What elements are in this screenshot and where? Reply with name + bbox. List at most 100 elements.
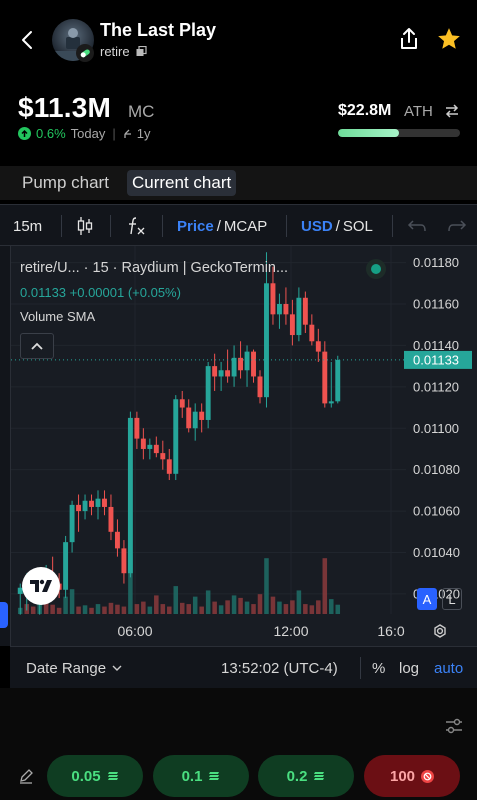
divider (162, 215, 163, 237)
candle-body (160, 453, 166, 460)
volume-bar (108, 602, 114, 614)
market-cap-label: MC (128, 102, 155, 121)
candle-body (166, 459, 172, 474)
tab-pump-chart[interactable]: Pump chart (17, 170, 114, 196)
auto-scale-toggle[interactable]: auto (434, 647, 463, 689)
chart-legend-title: retire/U... · 15 · Raydium | GeckoTermin… (20, 260, 289, 276)
quick-buy-0.2[interactable]: 0.2 (258, 755, 354, 797)
percent-scale-button[interactable]: % (372, 647, 385, 689)
price-option[interactable]: Price (177, 218, 214, 235)
candle-body (276, 303, 282, 315)
branch-icon (124, 129, 131, 138)
candle-body (296, 297, 302, 336)
y-axis-label: 0.01060 (413, 504, 460, 519)
drawing-toolbar-toggle[interactable] (0, 602, 8, 628)
auto-scale-button[interactable]: A (417, 588, 437, 610)
solana-icon (209, 772, 220, 780)
volume-bar (251, 604, 256, 614)
candle-body (315, 341, 321, 352)
volume-bar (257, 594, 263, 614)
volume-bar (121, 606, 127, 614)
candle-body (69, 504, 75, 543)
change-percent: 0.6% (36, 126, 66, 141)
candle-body (179, 399, 185, 408)
x-axis-label: 12:00 (273, 623, 308, 639)
interval-select[interactable]: 15m (13, 205, 42, 247)
candle-body (244, 351, 250, 371)
trade-settings-button[interactable] (444, 716, 464, 736)
chevron-left-icon (22, 31, 32, 49)
volume-bar (50, 604, 55, 614)
price-mcap-toggle[interactable]: Price / MCAP (177, 205, 267, 247)
candle-body (302, 297, 308, 325)
volume-bar (89, 607, 94, 614)
volume-bar (173, 586, 179, 614)
candle-type-button[interactable] (76, 205, 94, 247)
copy-icon[interactable] (136, 46, 147, 57)
quick-buy-0.1[interactable]: 0.1 (153, 755, 249, 797)
redo-icon (448, 220, 467, 232)
candle-body (238, 357, 244, 371)
favorite-button[interactable] (436, 26, 462, 52)
volume-bar (56, 607, 62, 614)
chart-toolbar: 15m Price / MCAP USD / SOL (0, 204, 477, 246)
volume-bar (76, 606, 81, 614)
history-toggle[interactable]: 1y (123, 126, 150, 141)
volume-bar (290, 600, 295, 614)
redo-button[interactable] (447, 205, 467, 247)
price-chart-panel: 0.01180 0.01160 0.01140 0.01120 0.01100 0.010… (0, 246, 477, 646)
volume-bar (192, 596, 198, 614)
collapse-legend-button[interactable] (20, 333, 54, 359)
chart-settings-button[interactable] (430, 621, 450, 641)
log-scale-toggle[interactable]: log (399, 647, 419, 689)
usd-option[interactable]: USD (301, 218, 333, 235)
x-axis-label: 06:00 (117, 623, 152, 639)
currency-toggle[interactable]: USD / SOL (301, 205, 373, 247)
undo-button[interactable] (407, 205, 427, 247)
mcap-option[interactable]: MCAP (224, 218, 267, 235)
candle-body (225, 370, 231, 377)
sol-option[interactable]: SOL (343, 218, 373, 235)
indicators-button[interactable] (125, 205, 147, 247)
quick-sell-label: 100 (389, 767, 416, 785)
candle-body (309, 324, 315, 342)
slash-separator: / (216, 217, 221, 235)
quick-sell-100[interactable]: 100 (364, 755, 460, 797)
ath-value: $22.8M (338, 102, 392, 119)
edit-amounts-button[interactable] (18, 768, 34, 784)
tradingview-icon (30, 579, 52, 592)
chart-time[interactable]: 13:52:02 (UTC-4) (221, 647, 338, 689)
volume-bar (179, 602, 185, 614)
tab-current-chart[interactable]: Current chart (127, 170, 237, 196)
y-axis-label: 0.01140 (413, 338, 459, 353)
y-axis-label: 0.01180 (413, 255, 459, 270)
chart-canvas[interactable]: 0.01180 0.01160 0.01140 0.01120 0.01100 0.010… (10, 246, 477, 646)
y-axis-label: 0.01040 (413, 545, 460, 560)
candle-body (218, 370, 224, 377)
share-button[interactable] (398, 27, 420, 51)
chevron-up-icon (31, 342, 43, 350)
back-button[interactable] (16, 26, 38, 54)
volume-bar (134, 604, 140, 614)
date-range-select[interactable]: Date Range (26, 647, 122, 689)
candle-body (264, 283, 269, 398)
candle-body (322, 351, 328, 404)
market-cap-value: $11.3M (18, 92, 112, 123)
divider (360, 657, 361, 679)
candlestick-chart: 0.01180 0.01160 0.01140 0.01120 0.01100 0.010… (11, 246, 472, 639)
function-icon (129, 217, 145, 235)
log-scale-button[interactable]: L (442, 588, 462, 610)
tradingview-logo[interactable] (22, 567, 60, 605)
token-ticker: retire (100, 44, 130, 59)
token-name: The Last Play (100, 20, 217, 40)
quick-buy-0.05[interactable]: 0.05 (47, 755, 143, 797)
ticker-row[interactable]: retire (100, 44, 147, 59)
swap-icon[interactable] (444, 104, 460, 118)
last-price-label: 0.01133 (413, 352, 459, 367)
volume-bar (160, 604, 166, 614)
volume-bar (322, 558, 328, 614)
x-axis-label: 16:0 (377, 623, 404, 639)
ath-label: ATH (404, 103, 433, 120)
ath-progress-fill (338, 129, 399, 137)
candle-body (328, 401, 334, 404)
